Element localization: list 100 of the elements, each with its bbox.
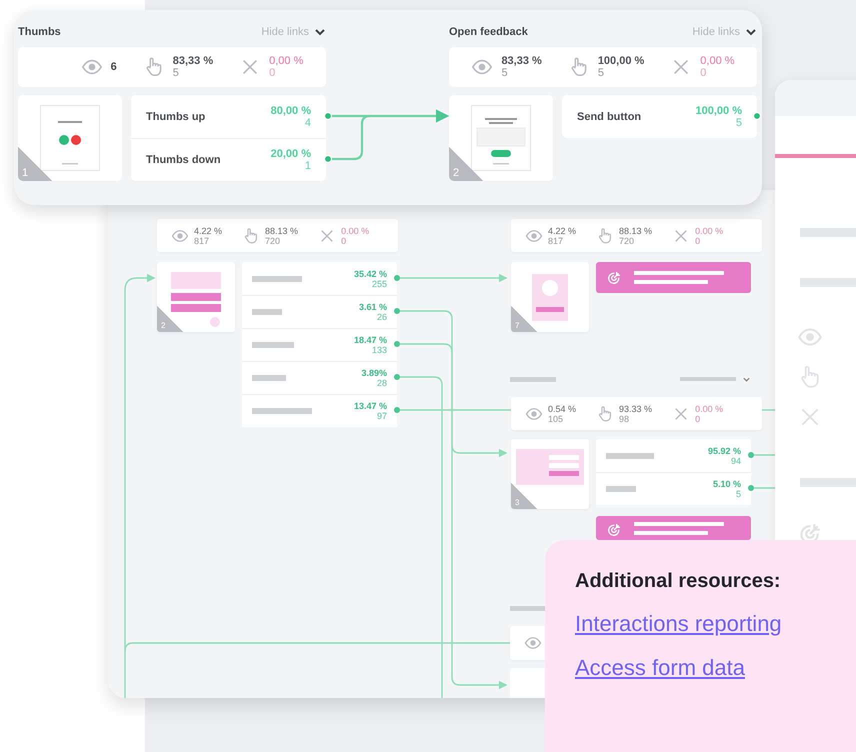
- stat-count: 0: [695, 236, 702, 246]
- stat-percent: 83,33 %: [501, 55, 542, 67]
- screen-number: 1: [18, 147, 52, 181]
- placeholder-bar: [680, 377, 736, 381]
- connector-line: [754, 487, 775, 489]
- screen-number: 2: [449, 147, 483, 181]
- connector-dot[interactable]: [394, 308, 400, 314]
- stat-percent: 4.22 %: [548, 226, 576, 236]
- answer-count: 4: [304, 116, 311, 128]
- placeholder-bar: [606, 452, 654, 458]
- connector-dot[interactable]: [324, 154, 332, 164]
- answer-row[interactable]: 13.47 % 97: [242, 394, 397, 427]
- screen-thumbnail[interactable]: 2: [157, 262, 235, 332]
- goal-bar[interactable]: [596, 262, 751, 293]
- answer-row[interactable]: Thumbs down 20,00 % 1: [131, 138, 326, 181]
- hide-links-toggle[interactable]: Hide links: [692, 26, 757, 38]
- answer-label: Send button: [577, 110, 642, 122]
- answer-percent: 3.61 %: [358, 302, 387, 312]
- answer-row[interactable]: Thumbs up 80,00 % 4: [131, 95, 326, 138]
- connector-line: [762, 409, 775, 411]
- comment-popup-drawing: [471, 105, 531, 171]
- stat-count: 105: [548, 414, 564, 424]
- stat-percent: 0,00 %: [269, 55, 304, 67]
- stat-value: 6: [110, 61, 117, 73]
- stat-percent: 0.00 %: [341, 226, 370, 236]
- answer-row[interactable]: 3.89% 28: [242, 361, 397, 394]
- stat-count: 5: [501, 67, 509, 79]
- answer-count: 97: [376, 411, 387, 421]
- goal-bar[interactable]: [596, 516, 751, 540]
- connector-dot[interactable]: [394, 407, 400, 413]
- screen-number: 3: [511, 483, 537, 509]
- stat-percent: 88.13 %: [265, 226, 298, 236]
- stat-percent: 0.00 %: [695, 404, 724, 414]
- stat-percent: 4.22 %: [194, 226, 222, 236]
- answer-percent: 5.10 %: [712, 479, 741, 489]
- answer-percent: 13.47 %: [354, 401, 387, 411]
- stat-count: 0: [269, 67, 276, 79]
- answer-row[interactable]: 95.92 % 94: [596, 439, 751, 472]
- placeholder-bar: [252, 408, 312, 414]
- resource-link[interactable]: Interactions reporting: [575, 611, 782, 637]
- screen-number: 2: [157, 306, 183, 332]
- answer-percent: 95.92 %: [708, 446, 741, 456]
- connector-dot[interactable]: [748, 452, 754, 458]
- answer-row[interactable]: 3.61 % 26: [242, 295, 397, 328]
- connector-dot[interactable]: [752, 112, 762, 120]
- stat-count: 817: [194, 236, 210, 246]
- connector-dot[interactable]: [394, 341, 400, 347]
- stat-count: 5: [172, 67, 180, 79]
- answer-count: 1: [304, 160, 311, 172]
- screen-thumbnail[interactable]: 1: [18, 95, 122, 181]
- answer-count: 133: [372, 345, 387, 355]
- stat-percent: 93.33 %: [619, 404, 652, 414]
- screen-thumbnail[interactable]: 3: [511, 439, 589, 509]
- placeholder-bar: [606, 486, 636, 492]
- connector-dot[interactable]: [394, 275, 400, 281]
- stat-count: 817: [548, 236, 564, 246]
- answer-percent: 35.42 %: [354, 268, 387, 278]
- stat-percent: 0,00 %: [700, 55, 735, 67]
- stat-count: 720: [619, 236, 636, 246]
- answer-percent: 100,00 %: [696, 104, 742, 116]
- screen-number: 7: [511, 306, 537, 332]
- answer-row[interactable]: 18.47 % 133: [242, 328, 397, 361]
- placeholder-bar: [252, 276, 302, 282]
- answer-label: Thumbs down: [146, 154, 221, 166]
- stat-count: 0: [341, 236, 348, 246]
- chevron-down-icon: [742, 375, 751, 384]
- answer-row[interactable]: 5.10 % 5: [596, 472, 751, 505]
- target-icon: [606, 270, 622, 286]
- answer-count: 5: [736, 116, 742, 128]
- stat-count: 5: [598, 67, 605, 79]
- placeholder-bar: [252, 375, 286, 381]
- resources-title: Additional resources:: [575, 570, 781, 593]
- placeholder-bar: [800, 278, 856, 287]
- stat-count: 0: [695, 414, 702, 424]
- answer-percent: 80,00 %: [270, 104, 311, 116]
- answer-count: 28: [376, 378, 387, 388]
- answer-row[interactable]: 35.42 % 255: [242, 262, 397, 295]
- connector-dot[interactable]: [324, 112, 332, 120]
- stat-count: 0: [700, 67, 708, 79]
- hide-links-toggle[interactable]: Hide links: [261, 26, 326, 38]
- placeholder-bar: [800, 478, 856, 487]
- connector-line: [332, 114, 370, 160]
- answer-count: 94: [730, 456, 741, 466]
- answer-percent: 20,00 %: [270, 148, 311, 160]
- screen-thumbnail[interactable]: 2: [449, 95, 553, 181]
- answer-count: 26: [376, 312, 387, 322]
- step-title: Open feedback: [449, 26, 528, 38]
- target-icon: [606, 522, 622, 538]
- answer-percent: 18.47 %: [354, 335, 387, 345]
- feedback-popup-drawing: [40, 105, 100, 171]
- connector-dot[interactable]: [748, 485, 754, 491]
- connector-line: [754, 454, 775, 456]
- answer-count: 255: [372, 278, 387, 288]
- answer-row[interactable]: Send button 100,00 % 5: [562, 95, 757, 138]
- resource-link[interactable]: Access form data: [575, 655, 745, 681]
- placeholder-bar: [510, 377, 556, 382]
- stat-percent: 0.00 %: [695, 226, 724, 236]
- connector-dot[interactable]: [394, 374, 400, 380]
- screen-thumbnail[interactable]: 7: [511, 262, 589, 332]
- answer-percent: 3.89%: [361, 368, 387, 378]
